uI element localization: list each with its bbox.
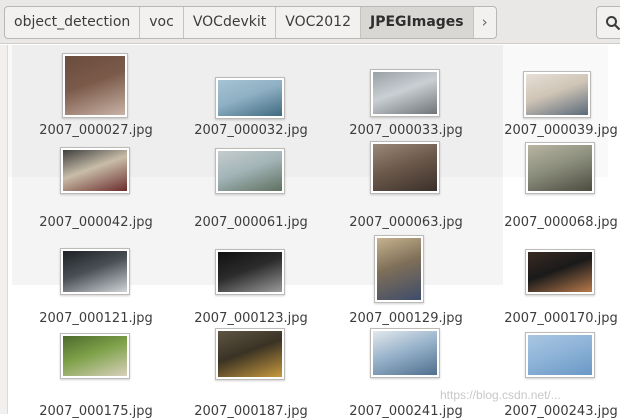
path-bar: object_detection voc VOCdevkit VOC2012 J… (0, 0, 620, 44)
image-thumbnail[interactable] (215, 77, 285, 119)
breadcrumb-voc[interactable]: voc (140, 7, 184, 38)
file-grid: 2007_000027.jpg 2007_000032.jpg 2007_00003… (18, 45, 620, 419)
file-name: 2007_000042.jpg (39, 215, 153, 230)
file-item[interactable]: 2007_000039.jpg (483, 45, 620, 138)
file-item[interactable]: 2007_000123.jpg (173, 235, 329, 327)
file-item[interactable]: 2007_000033.jpg (328, 45, 484, 138)
breadcrumb: object_detection voc VOCdevkit VOC2012 J… (4, 6, 497, 39)
file-item[interactable]: 2007_000063.jpg (328, 137, 484, 230)
file-item[interactable]: 2007_000175.jpg (18, 328, 174, 420)
file-name: 2007_000175.jpg (39, 404, 153, 419)
file-name: 2007_000129.jpg (349, 311, 463, 326)
image-thumbnail[interactable] (374, 235, 424, 303)
file-name: 2007_000061.jpg (194, 215, 308, 230)
image-thumbnail[interactable] (60, 333, 130, 379)
search-icon (606, 16, 620, 31)
file-item[interactable]: 2007_000027.jpg (18, 45, 174, 138)
image-thumbnail[interactable] (525, 249, 595, 295)
breadcrumb-jpegimages[interactable]: JPEGImages (361, 7, 474, 38)
file-name: 2007_000170.jpg (504, 311, 618, 326)
file-name: 2007_000032.jpg (194, 123, 308, 138)
image-thumbnail[interactable] (62, 53, 128, 118)
breadcrumb-voc2012[interactable]: VOC2012 (276, 7, 361, 38)
file-item[interactable]: 2007_000129.jpg (328, 235, 484, 327)
file-name: 2007_000243.jpg (504, 404, 618, 419)
file-item[interactable]: 2007_000243.jpg (483, 328, 620, 420)
image-thumbnail[interactable] (370, 69, 440, 117)
breadcrumb-vocdevkit[interactable]: VOCdevkit (184, 7, 277, 38)
breadcrumb-object-detection[interactable]: object_detection (5, 7, 141, 38)
file-name: 2007_000123.jpg (194, 311, 308, 326)
image-thumbnail[interactable] (215, 249, 285, 295)
file-item[interactable]: 2007_000170.jpg (483, 235, 620, 327)
file-name: 2007_000187.jpg (194, 404, 308, 419)
file-name: 2007_000033.jpg (349, 123, 463, 138)
file-item[interactable]: 2007_000241.jpg (328, 328, 484, 420)
image-thumbnail[interactable] (215, 148, 285, 194)
watermark: https://blog.csdn.net/... (440, 388, 561, 402)
sidebar-edge[interactable] (0, 45, 8, 414)
chevron-right-icon[interactable]: › (474, 7, 496, 38)
file-name: 2007_000068.jpg (504, 215, 618, 230)
image-thumbnail[interactable] (60, 147, 130, 194)
file-name: 2007_000039.jpg (504, 123, 618, 138)
file-name: 2007_000027.jpg (39, 123, 153, 138)
file-name: 2007_000121.jpg (39, 311, 153, 326)
image-thumbnail[interactable] (215, 328, 285, 380)
file-name: 2007_000063.jpg (349, 215, 463, 230)
file-item[interactable]: 2007_000032.jpg (173, 45, 329, 138)
file-item[interactable]: 2007_000121.jpg (18, 235, 174, 327)
image-thumbnail[interactable] (525, 142, 595, 194)
file-name: 2007_000241.jpg (349, 404, 463, 419)
image-thumbnail[interactable] (370, 141, 440, 194)
image-thumbnail[interactable] (370, 328, 440, 378)
image-thumbnail[interactable] (60, 248, 130, 295)
image-thumbnail[interactable] (525, 332, 595, 378)
file-item[interactable]: 2007_000042.jpg (18, 137, 174, 230)
search-button[interactable] (596, 6, 620, 39)
file-item[interactable]: 2007_000061.jpg (173, 137, 329, 230)
file-item[interactable]: 2007_000068.jpg (483, 137, 620, 230)
image-thumbnail[interactable] (523, 71, 591, 118)
file-item[interactable]: 2007_000187.jpg (173, 328, 329, 420)
